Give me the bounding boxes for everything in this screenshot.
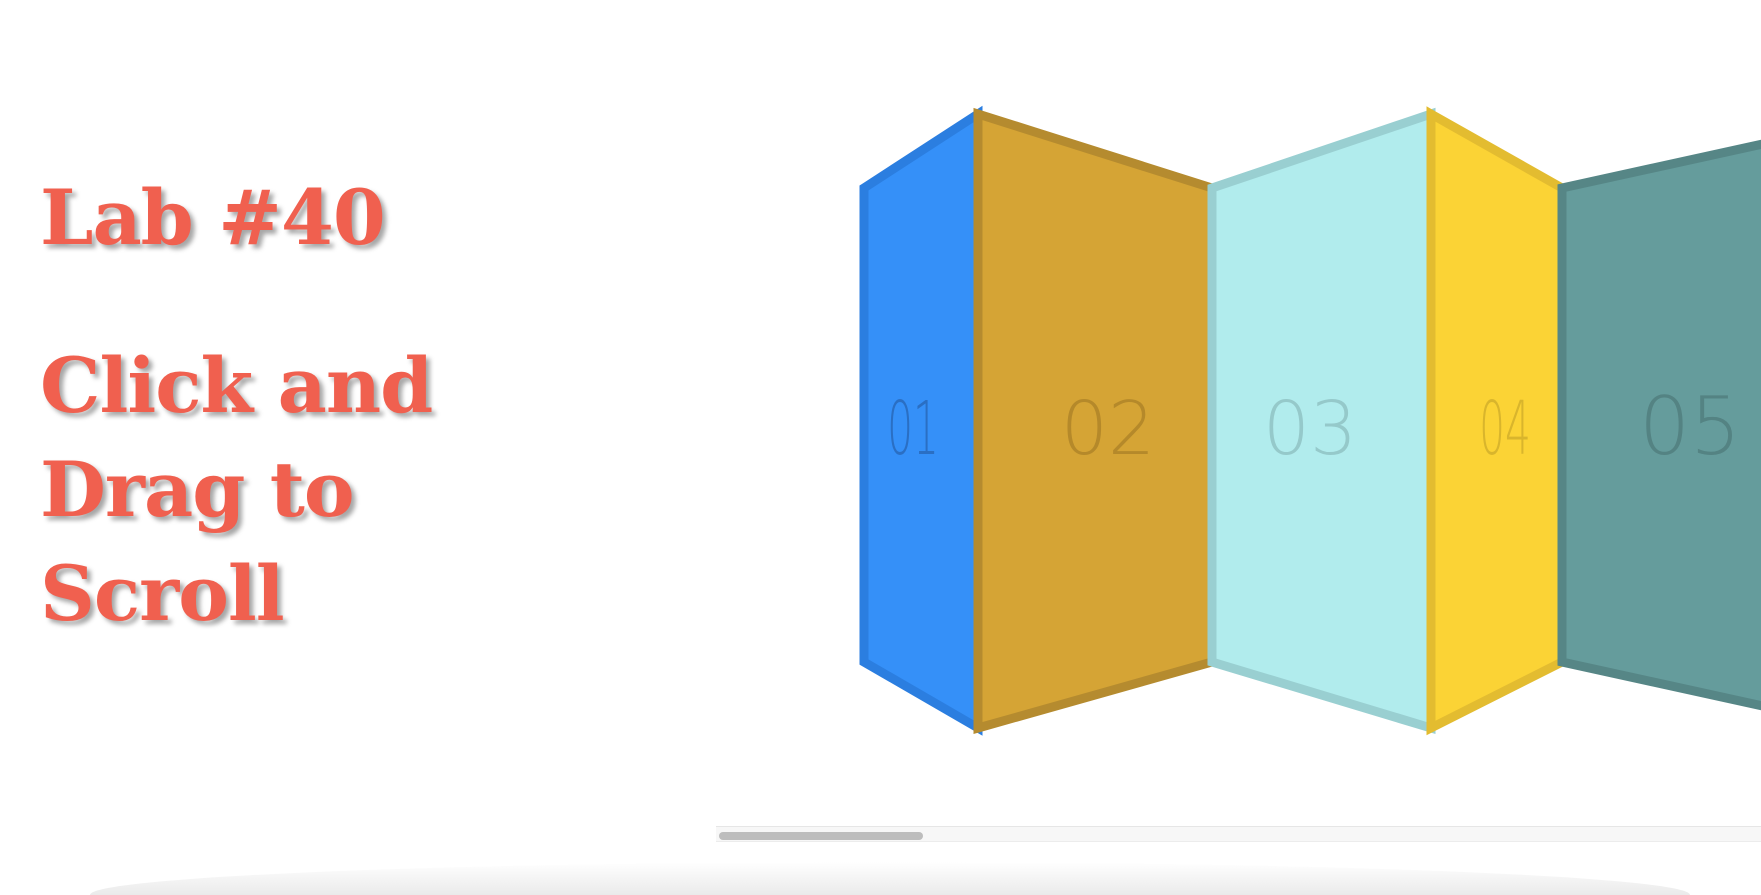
panel-05-number: 05 <box>1639 380 1741 473</box>
page-stage: Lab #40 Click and Drag to Scroll 01 02 0… <box>0 0 1761 895</box>
accordion-scroller[interactable]: 01 02 03 04 05 <box>0 0 1761 895</box>
panel-02-number: 02 <box>1061 386 1155 472</box>
panel-05[interactable]: 05 <box>1557 138 1761 712</box>
panel-04-number: 04 <box>1479 387 1531 473</box>
panel-01-number: 01 <box>887 387 939 473</box>
panel-03[interactable]: 03 <box>1207 107 1436 735</box>
panel-01[interactable]: 01 <box>859 105 983 736</box>
horizontal-scrollbar[interactable] <box>716 826 1761 842</box>
panel-04[interactable]: 04 <box>1426 106 1567 736</box>
panel-02[interactable]: 02 <box>973 107 1217 734</box>
scrollbar-thumb[interactable] <box>719 832 923 840</box>
panel-03-number: 03 <box>1263 386 1357 472</box>
